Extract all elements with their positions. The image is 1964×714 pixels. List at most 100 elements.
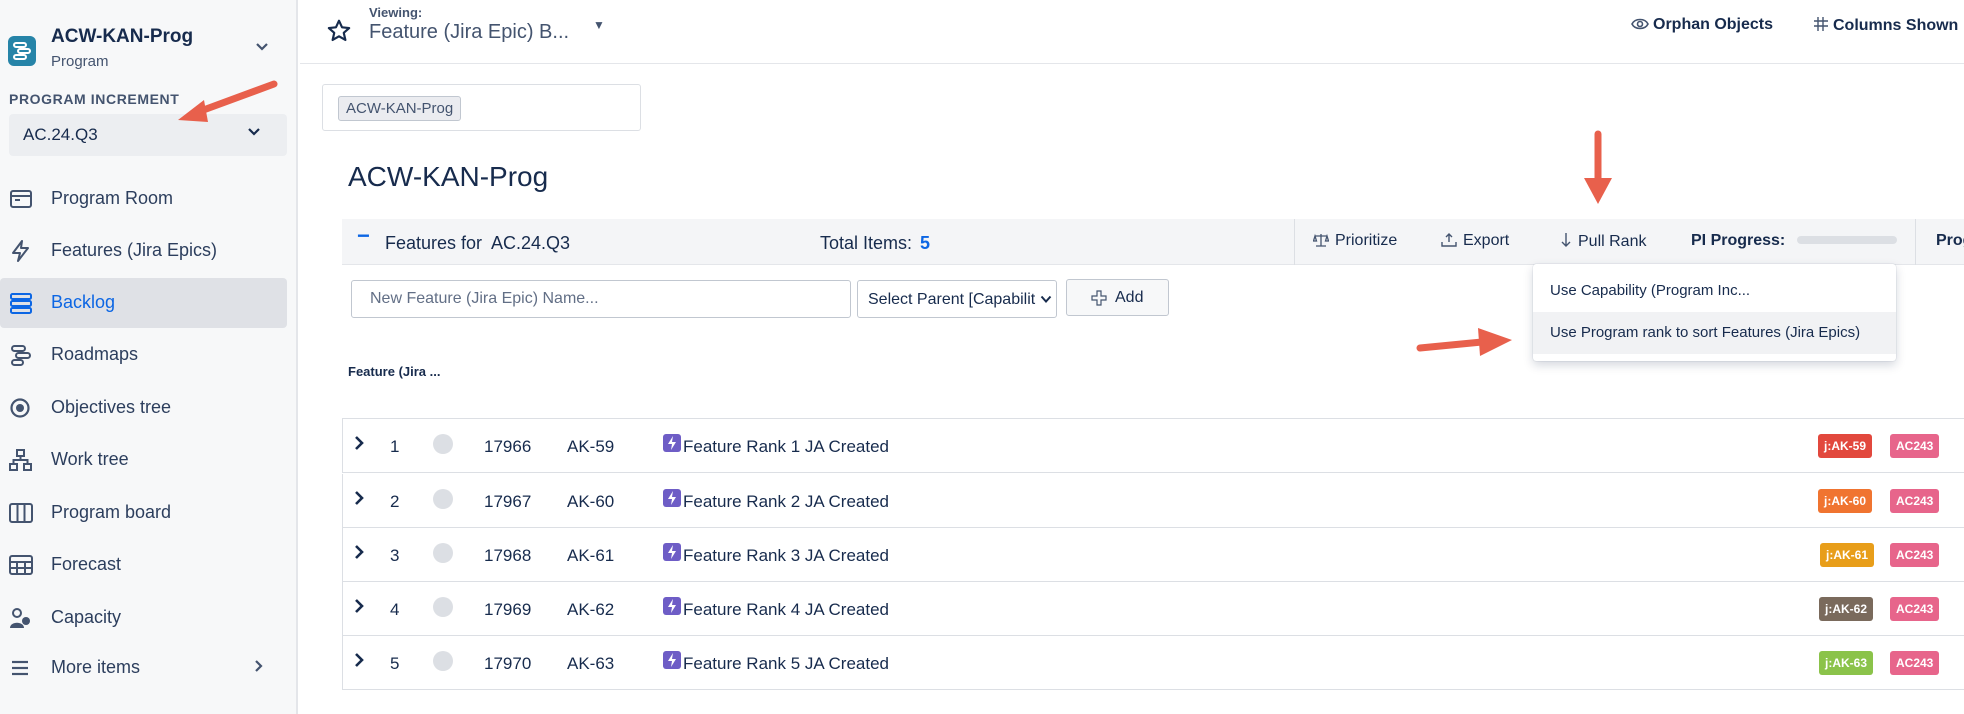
pull-rank-label: Pull Rank	[1578, 233, 1647, 250]
grid-icon	[9, 555, 33, 575]
feature-name[interactable]: Feature Rank 2 JA Created	[683, 492, 889, 512]
columns-shown-button[interactable]: Columns Shown	[1813, 16, 1958, 35]
status-dot	[433, 597, 453, 617]
project-switcher[interactable]: ACW-KAN-Prog Program	[0, 22, 298, 78]
new-feature-input[interactable]	[351, 280, 851, 318]
rank: 4	[390, 600, 400, 619]
pi-badge[interactable]: AC243	[1890, 543, 1940, 567]
arrow-down-icon	[1561, 233, 1571, 247]
jira-key: AK-61	[567, 546, 615, 565]
chevron-right-icon	[255, 660, 263, 672]
project-type: Program	[51, 53, 109, 70]
export-button[interactable]: Export	[1441, 232, 1509, 250]
sidebar-item-label: Features (Jira Epics)	[51, 240, 218, 260]
pi-badge[interactable]: AC243	[1890, 651, 1940, 675]
program-logo-icon	[8, 36, 36, 66]
sidebar-item-backlog[interactable]: Backlog	[0, 278, 287, 328]
jira-badge[interactable]: j:AK-63	[1819, 651, 1874, 675]
program-filter[interactable]: ACW-KAN-Prog	[322, 84, 641, 131]
plus-icon	[1091, 290, 1107, 306]
program-room-icon	[10, 190, 32, 208]
table-row[interactable]: 3 17968 AK-61 Feature Rank 3 JA Created …	[342, 528, 1964, 582]
sidebar-item-capacity[interactable]: Capacity	[0, 593, 287, 643]
epic-icon	[663, 651, 681, 669]
select-parent-dropdown[interactable]: Select Parent [Capabilit	[857, 280, 1057, 318]
feature-id: 17967	[484, 492, 532, 511]
status-dot	[433, 489, 453, 509]
program-tag: ACW-KAN-Prog	[338, 96, 462, 121]
table-row[interactable]: 1 17966 AK-59 Feature Rank 1 JA Created …	[342, 419, 1964, 473]
menu-item-use-program-rank[interactable]: Use Program rank to sort Features (Jira …	[1533, 312, 1896, 354]
jira-badge[interactable]: j:AK-60	[1818, 489, 1873, 513]
prioritize-button[interactable]: Prioritize	[1312, 232, 1397, 250]
sidebar-item-work-tree[interactable]: Work tree	[0, 435, 287, 485]
pi-badge[interactable]: AC243	[1890, 597, 1940, 621]
progress-column-truncated: Prog	[1936, 232, 1964, 249]
table-row[interactable]: 5 17970 AK-63 Feature Rank 5 JA Created …	[342, 636, 1964, 690]
table-row[interactable]: 4 17969 AK-62 Feature Rank 4 JA Created …	[342, 582, 1964, 636]
sidebar-item-roadmaps[interactable]: Roadmaps	[0, 330, 287, 380]
sidebar-item-label: Objectives tree	[51, 397, 172, 417]
add-button[interactable]: Add	[1066, 279, 1169, 316]
sidebar-item-features[interactable]: Features (Jira Epics)	[0, 226, 287, 276]
pull-rank-button[interactable]: Pull Rank	[1560, 232, 1646, 251]
feature-name[interactable]: Feature Rank 4 JA Created	[683, 600, 889, 620]
pull-rank-menu: Use Capability (Program Inc... Use Progr…	[1533, 264, 1896, 361]
table-row[interactable]: 2 17967 AK-60 Feature Rank 2 JA Created …	[342, 474, 1964, 528]
viewing-label: Viewing:	[369, 5, 423, 20]
divider	[1294, 219, 1295, 265]
chevron-right-icon[interactable]	[353, 490, 365, 506]
chevron-right-icon[interactable]	[353, 544, 365, 560]
sidebar-item-program-room[interactable]: Program Room	[0, 174, 287, 224]
hierarchy-icon	[9, 449, 32, 471]
program-increment-label: PROGRAM INCREMENT	[9, 91, 180, 107]
feature-name[interactable]: Feature Rank 1 JA Created	[683, 437, 889, 457]
column-header-feature[interactable]: Feature (Jira ...	[348, 364, 440, 379]
sidebar-item-more-items[interactable]: More items	[0, 643, 287, 693]
target-icon	[10, 398, 30, 418]
chevron-right-icon[interactable]	[353, 435, 365, 451]
epic-icon	[663, 489, 681, 507]
annotation-arrow-icon	[1416, 328, 1512, 356]
status-dot	[433, 651, 453, 671]
chevron-right-icon[interactable]	[353, 652, 365, 668]
sidebar-item-label: Capacity	[51, 607, 122, 627]
jira-key: AK-59	[567, 437, 615, 456]
feature-name[interactable]: Feature Rank 3 JA Created	[683, 546, 889, 566]
menu-item-use-capability[interactable]: Use Capability (Program Inc...	[1533, 270, 1896, 312]
viewing-select[interactable]: Feature (Jira Epic) B...	[369, 21, 569, 44]
jira-key: AK-60	[567, 492, 615, 511]
rank: 2	[390, 492, 400, 511]
chevron-down-icon[interactable]	[255, 42, 269, 52]
project-name: ACW-KAN-Prog	[51, 26, 194, 47]
chevron-down-icon	[1040, 295, 1052, 303]
pi-badge[interactable]: AC243	[1890, 434, 1940, 458]
menu-icon	[12, 660, 28, 676]
sidebar-item-label: More items	[51, 657, 141, 677]
eye-icon	[1631, 18, 1649, 30]
jira-key: AK-63	[567, 654, 615, 673]
sidebar-item-objectives-tree[interactable]: Objectives tree	[0, 383, 287, 433]
pi-badge[interactable]: AC243	[1890, 489, 1940, 513]
jira-badge[interactable]: j:AK-59	[1818, 434, 1873, 458]
sidebar-item-label: Program Room	[51, 188, 174, 208]
orphan-objects-button[interactable]: Orphan Objects	[1631, 16, 1773, 34]
sidebar-item-forecast[interactable]: Forecast	[0, 540, 287, 590]
sidebar-item-program-board[interactable]: Program board	[0, 488, 287, 538]
caret-down-icon[interactable]: ▼	[593, 18, 605, 32]
sidebar-item-label: Work tree	[51, 449, 129, 469]
program-increment-value: AC.24.Q3	[23, 125, 98, 144]
features-for-label: Features for	[385, 233, 483, 253]
pi-progress-label: PI Progress:	[1691, 232, 1786, 249]
jira-badge[interactable]: j:AK-61	[1820, 543, 1875, 567]
chevron-right-icon[interactable]	[353, 598, 365, 614]
collapse-icon[interactable]: −	[357, 223, 370, 249]
star-icon[interactable]	[326, 18, 352, 44]
total-items-count: 5	[920, 233, 931, 253]
status-dot	[433, 434, 453, 454]
feature-name[interactable]: Feature Rank 5 JA Created	[683, 654, 889, 674]
epic-icon	[663, 434, 681, 452]
feature-id: 17966	[484, 437, 532, 456]
epic-icon	[663, 597, 681, 615]
jira-badge[interactable]: j:AK-62	[1819, 597, 1874, 621]
